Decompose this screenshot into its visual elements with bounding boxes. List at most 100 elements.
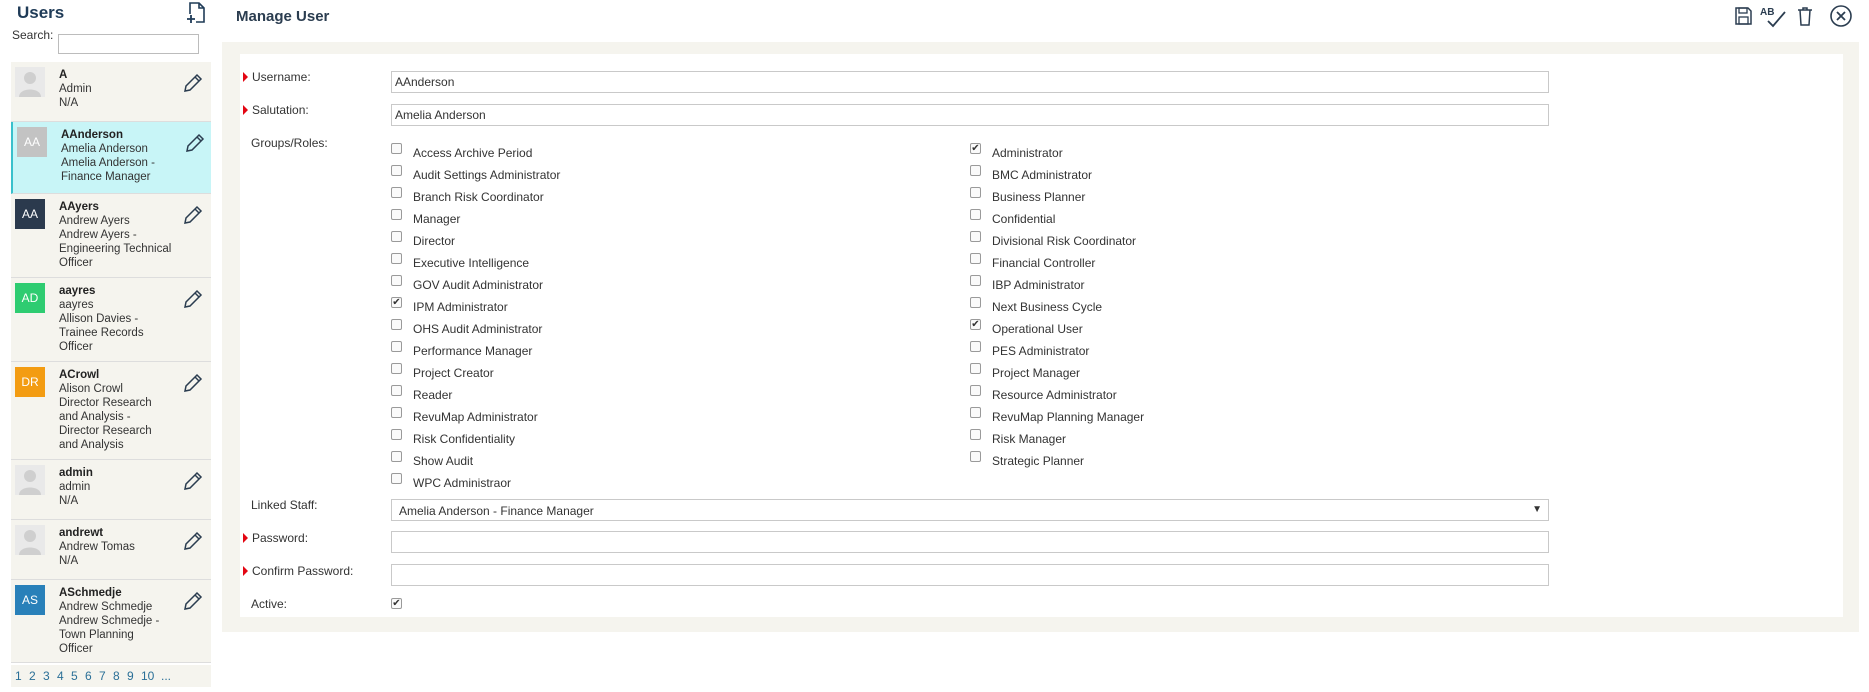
role-checkbox[interactable]	[970, 363, 981, 374]
spellcheck-text: AB	[1760, 7, 1774, 18]
role-label: Next Business Cycle	[992, 300, 1103, 314]
page-link[interactable]: 8	[113, 669, 120, 683]
user-row[interactable]: AA AAyers Andrew Ayers Andrew Ayers - Engine…	[11, 194, 211, 278]
edit-user-button[interactable]	[184, 132, 206, 154]
delete-button[interactable]	[1793, 4, 1817, 28]
user-name: ACrowl	[59, 369, 100, 381]
page-link[interactable]: 6	[85, 669, 92, 683]
role-checkbox[interactable]	[391, 143, 402, 154]
page-link[interactable]: 4	[57, 669, 64, 683]
role-label: Administrator	[992, 146, 1063, 160]
save-button[interactable]	[1731, 4, 1755, 28]
role-label: RevuMap Planning Manager	[992, 410, 1145, 424]
user-details: admin admin N/A	[59, 466, 179, 508]
active-checkbox[interactable]: ✔	[391, 598, 402, 609]
page-link[interactable]: 5	[71, 669, 78, 683]
role-checkbox[interactable]: ✔	[970, 143, 981, 154]
user-name: ASchmedje	[59, 587, 122, 599]
user-row[interactable]: A Admin N/A	[11, 62, 211, 122]
user-detail-line: Finance Manager	[61, 171, 151, 183]
page-link[interactable]: 9	[127, 669, 134, 683]
page-link[interactable]: ...	[161, 669, 171, 683]
linked-staff-select[interactable]: Amelia Anderson - Finance Manager ▼	[391, 499, 1549, 521]
role-checkbox[interactable]	[391, 363, 402, 374]
role-checkbox[interactable]	[391, 341, 402, 352]
role-checkbox[interactable]	[970, 275, 981, 286]
spellcheck-button[interactable]: AB	[1758, 4, 1788, 28]
role-checkbox[interactable]	[970, 407, 981, 418]
role-option: Divisional Risk Coordinator	[970, 231, 1390, 248]
role-checkbox[interactable]	[391, 165, 402, 176]
role-checkbox[interactable]	[391, 275, 402, 286]
user-row[interactable]: AD aayres aayres Allison Davies - Trainee Re…	[11, 278, 211, 362]
user-detail-line: Town Planning	[59, 629, 134, 641]
page-link[interactable]: 7	[99, 669, 106, 683]
search-input[interactable]	[58, 34, 199, 54]
user-details: ACrowl Alison Crowl Director Research and A…	[59, 368, 179, 452]
username-label: Username:	[252, 70, 311, 84]
user-row[interactable]: AA AAnderson Amelia Anderson Amelia Anderso…	[11, 122, 211, 194]
page-link[interactable]: 10	[141, 669, 154, 683]
role-option: BMC Administrator	[970, 165, 1390, 182]
role-checkbox[interactable]	[970, 385, 981, 396]
page-link[interactable]: 3	[43, 669, 50, 683]
edit-user-button[interactable]	[182, 72, 204, 94]
add-user-button[interactable]	[186, 1, 208, 25]
edit-user-button[interactable]	[182, 288, 204, 310]
edit-user-button[interactable]	[182, 470, 204, 492]
role-checkbox[interactable]	[391, 253, 402, 264]
role-checkbox[interactable]: ✔	[391, 297, 402, 308]
user-row[interactable]: admin admin N/A	[11, 460, 211, 520]
role-checkbox[interactable]	[391, 473, 402, 484]
role-checkbox[interactable]	[391, 209, 402, 220]
role-checkbox[interactable]	[970, 253, 981, 264]
close-button[interactable]	[1829, 4, 1853, 28]
username-input[interactable]	[391, 71, 1549, 93]
user-row[interactable]: DR ACrowl Alison Crowl Director Research and…	[11, 362, 211, 460]
password-input[interactable]	[391, 531, 1549, 553]
edit-user-button[interactable]	[182, 530, 204, 552]
user-row[interactable]: AS ASchmedje Andrew Schmedje Andrew Schmedj…	[11, 580, 211, 663]
role-checkbox[interactable]	[970, 429, 981, 440]
user-detail-line: Officer	[59, 257, 93, 269]
role-checkbox[interactable]	[970, 451, 981, 462]
user-detail-line: N/A	[59, 495, 79, 507]
user-detail-line: Allison Davies -	[59, 313, 139, 325]
user-row[interactable]: andrewt Andrew Tomas N/A	[11, 520, 211, 580]
role-checkbox[interactable]	[391, 319, 402, 330]
role-checkbox[interactable]: ✔	[970, 319, 981, 330]
pencil-icon	[184, 205, 203, 224]
role-checkbox[interactable]	[970, 165, 981, 176]
confirm-password-label: Confirm Password:	[252, 564, 354, 578]
page-link[interactable]: 2	[29, 669, 36, 683]
role-label: Strategic Planner	[992, 454, 1085, 468]
role-checkbox[interactable]	[970, 231, 981, 242]
salutation-input[interactable]	[391, 104, 1549, 126]
role-checkbox[interactable]	[970, 209, 981, 220]
role-checkbox[interactable]	[391, 429, 402, 440]
role-option: PES Administrator	[970, 341, 1390, 358]
role-checkbox[interactable]	[970, 187, 981, 198]
user-detail-line: and Analysis -	[59, 411, 131, 423]
salutation-label: Salutation:	[252, 103, 309, 117]
role-checkbox[interactable]	[970, 297, 981, 308]
edit-user-button[interactable]	[182, 372, 204, 394]
role-checkbox[interactable]	[970, 341, 981, 352]
role-option: Business Planner	[970, 187, 1390, 204]
user-details: AAyers Andrew Ayers Andrew Ayers - Engineer…	[59, 200, 179, 270]
edit-user-button[interactable]	[182, 590, 204, 612]
confirm-password-input[interactable]	[391, 564, 1549, 586]
role-checkbox[interactable]	[391, 187, 402, 198]
role-label: Confidential	[992, 212, 1056, 226]
pagination: 1 2 3 4 5 6 7 8 9 10...	[11, 665, 211, 687]
dropdown-caret-icon: ▼	[1532, 504, 1542, 515]
role-checkbox[interactable]	[391, 451, 402, 462]
role-checkbox[interactable]	[391, 407, 402, 418]
role-label: Manager	[413, 212, 461, 226]
page-link[interactable]: 1	[15, 669, 22, 683]
trash-icon	[1798, 7, 1812, 26]
edit-user-button[interactable]	[182, 204, 204, 226]
user-detail-line: admin	[59, 481, 91, 493]
role-checkbox[interactable]	[391, 231, 402, 242]
role-checkbox[interactable]	[391, 385, 402, 396]
